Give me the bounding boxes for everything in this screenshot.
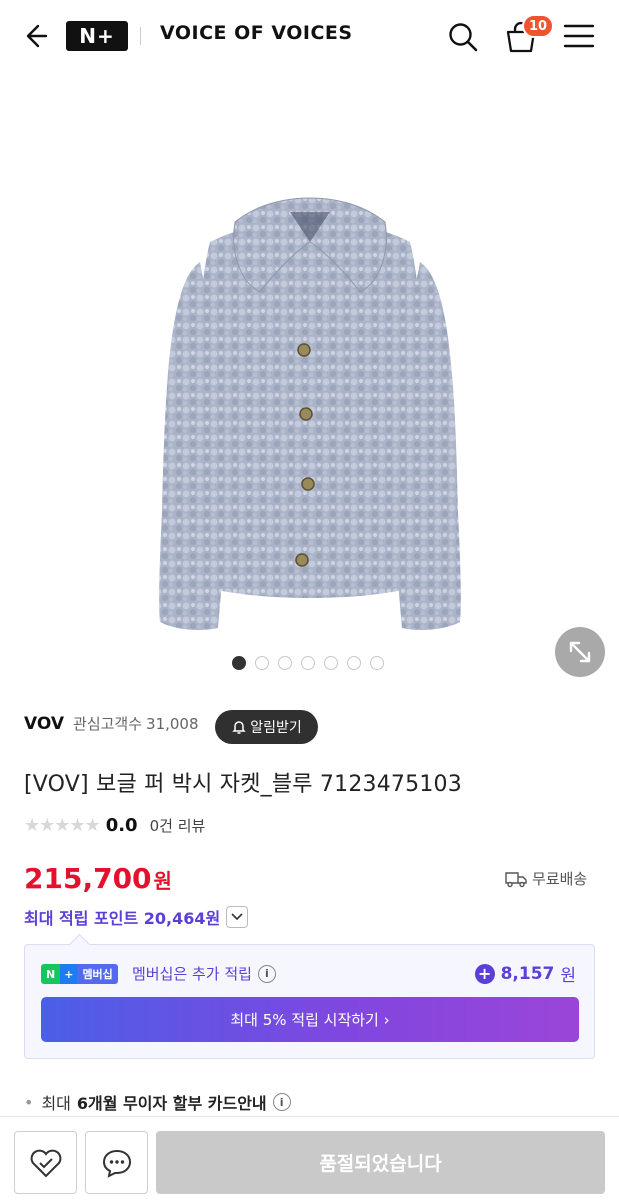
max-points[interactable]: 최대 적립 포인트 20,464원 — [24, 905, 249, 929]
badge-plus: + — [60, 964, 78, 984]
installment-info-icon[interactable]: i — [272, 1093, 291, 1111]
seller-info: VOV 관심고객수 31,008 — [24, 713, 199, 734]
nplus-membership-badge: N + 멤버십 — [41, 964, 118, 984]
gallery-dot[interactable] — [324, 656, 338, 670]
membership-points: + 8,157 원 — [474, 961, 576, 986]
header-divider — [140, 27, 141, 45]
installment-text: 6개월 무이자 할부 카드안내 — [76, 1094, 267, 1113]
zoom-image-button[interactable] — [555, 627, 605, 677]
fans-count: 31,008 — [146, 714, 199, 733]
product-photo-jacket — [159, 197, 461, 630]
chat-bubble-icon — [102, 1149, 131, 1178]
chat-button[interactable] — [85, 1131, 148, 1194]
points-label: 최대 적립 포인트 20,464원 — [24, 909, 221, 928]
product-image-gallery[interactable] — [0, 72, 619, 684]
subscribe-alert-button[interactable]: 알림받기 — [215, 710, 318, 744]
info-icon[interactable]: i — [257, 964, 276, 983]
start-membership-button[interactable]: 최대 5% 적립 시작하기 › — [41, 997, 579, 1042]
nplus-store-logo[interactable]: N+ — [66, 21, 128, 51]
gallery-dot[interactable] — [255, 656, 269, 670]
gallery-dot[interactable] — [347, 656, 361, 670]
gallery-dot[interactable] — [232, 656, 246, 670]
product-rating[interactable]: ★★★★★ 0.0 0건 리뷰 — [24, 815, 205, 836]
chevron-down-icon[interactable] — [226, 906, 249, 928]
plus-circle-icon: + — [474, 963, 495, 984]
expand-arrows-icon — [569, 641, 591, 663]
price-value: 215,700 — [24, 862, 152, 895]
cart-count-badge: 10 — [522, 14, 555, 38]
heart-check-icon — [30, 1149, 61, 1177]
badge-membership: 멤버십 — [77, 964, 118, 984]
installment-info[interactable]: • 최대 6개월 무이자 할부 카드안내 i — [24, 1090, 291, 1114]
membership-points-unit: 원 — [560, 966, 576, 986]
bottom-action-bar: 품절되었습니다 — [0, 1116, 619, 1200]
gallery-dot[interactable] — [370, 656, 384, 670]
installment-prefix: 최대 — [41, 1094, 71, 1113]
wishlist-button[interactable] — [14, 1131, 77, 1194]
gallery-dot[interactable] — [301, 656, 315, 670]
store-brand-name[interactable]: VOICE OF VOICES — [160, 22, 353, 44]
membership-label: 멤버십은 추가 적립 — [132, 965, 252, 983]
nplus-logo-text: N+ — [79, 24, 115, 48]
seller-name[interactable]: VOV — [24, 714, 64, 734]
membership-points-value: 8,157 — [500, 963, 555, 984]
gallery-dot[interactable] — [278, 656, 292, 670]
bell-plus-icon — [232, 721, 247, 734]
price-unit: 원 — [153, 869, 172, 893]
fans-label: 관심고객수 — [73, 715, 143, 733]
hamburger-menu-icon[interactable] — [563, 22, 595, 50]
back-arrow-icon[interactable] — [18, 20, 50, 52]
membership-text: 멤버십은 추가 적립 i — [132, 963, 276, 984]
top-header: N+ VOICE OF VOICES 10 — [0, 0, 619, 72]
product-price: 215,700 원 — [24, 862, 172, 895]
shipping-info: 무료배송 — [505, 868, 587, 889]
truck-icon — [505, 871, 527, 887]
shipping-label: 무료배송 — [532, 870, 588, 888]
badge-n: N — [41, 964, 61, 984]
soldout-button: 품절되었습니다 — [156, 1131, 605, 1194]
gallery-pagination — [232, 656, 384, 670]
rating-score: 0.0 — [105, 815, 138, 836]
alert-label: 알림받기 — [250, 720, 302, 736]
review-count[interactable]: 0건 리뷰 — [150, 815, 206, 836]
bullet-icon: • — [24, 1092, 34, 1112]
search-icon[interactable] — [446, 20, 480, 54]
rating-stars: ★★★★★ — [24, 815, 101, 836]
membership-promo-box: N + 멤버십 멤버십은 추가 적립 i + 8,157 원 최대 5% 적립 … — [24, 944, 595, 1059]
product-title: [VOV] 보글 퍼 박시 자켓_블루 7123475103 — [24, 772, 462, 797]
